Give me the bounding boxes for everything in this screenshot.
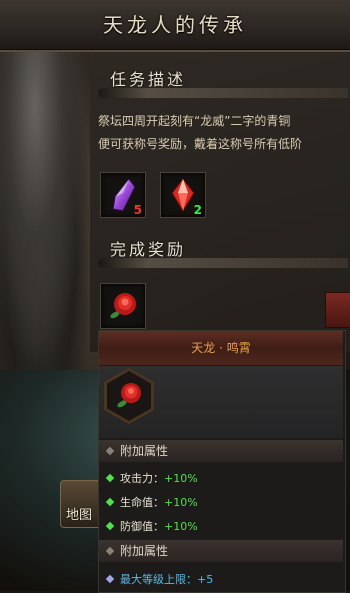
reward-item-slot-rose[interactable] — [100, 283, 146, 329]
stat-row: 攻击力：+10% — [120, 470, 198, 486]
stat-row: 生命值：+10% — [120, 494, 198, 510]
task-item-slot-red-crystal[interactable]: 2 — [160, 172, 206, 218]
attribute-header-label: 附加属性 — [120, 544, 169, 558]
item-count: 2 — [193, 203, 202, 217]
rose-icon — [110, 293, 136, 319]
reward-section-title: 完成奖励 — [110, 240, 187, 259]
stat-label: 最大等级上限： — [120, 573, 197, 586]
stat-label: 防御值： — [120, 520, 164, 533]
task-item-slot-purple-crystal[interactable]: 5 — [100, 172, 146, 218]
map-label: 地图 — [66, 508, 93, 523]
stat-label: 攻击力： — [120, 472, 164, 485]
stat-value: +10% — [164, 472, 198, 485]
stat-value: +10% — [164, 520, 198, 533]
task-description-line-1: 祭坛四周开起刻有“龙威”二字的青铜 — [98, 114, 291, 128]
tooltip-title: 天龙 · 鸣霄 — [191, 341, 251, 355]
item-count: 5 — [133, 203, 142, 217]
stat-value: +5 — [197, 573, 214, 586]
attribute-header-label: 附加属性 — [120, 444, 169, 458]
window-title: 天龙人的传承 — [103, 13, 247, 37]
task-description-line-2: 便可获称号奖励，戴着这称号所有低阶 — [98, 137, 303, 151]
task-section-title: 任务描述 — [110, 70, 187, 89]
stat-row: 防御值：+10% — [120, 518, 198, 534]
confirm-button[interactable] — [325, 292, 350, 328]
stat-row: 最大等级上限：+5 — [120, 571, 213, 587]
knight-artwork — [0, 40, 90, 370]
rose-icon — [117, 383, 141, 408]
stat-label: 生命值： — [120, 496, 164, 509]
stat-value: +10% — [164, 496, 198, 509]
